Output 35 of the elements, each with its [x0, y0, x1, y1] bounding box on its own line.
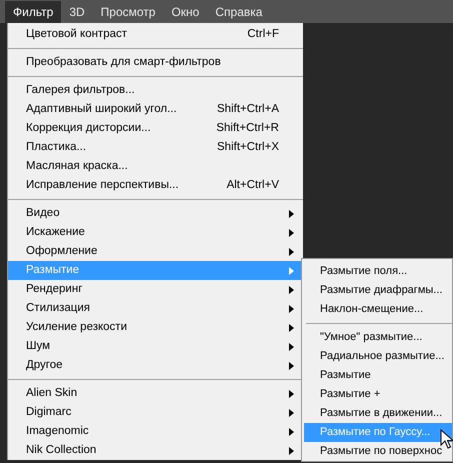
menu-bar-item[interactable]: Окно — [163, 0, 208, 22]
menu-item[interactable]: Другое — [8, 356, 303, 375]
menu-item[interactable]: Imagenomic — [8, 422, 303, 441]
menu-bar-item[interactable]: Просмотр — [92, 0, 164, 22]
menu-item[interactable]: Преобразовать для смарт-фильтров — [8, 53, 303, 72]
menu-item[interactable]: Размытие по поверхнос — [304, 442, 452, 461]
menu-item[interactable]: Радиальное размытие... — [304, 347, 452, 366]
menu-item[interactable]: Размытие поля... — [304, 262, 452, 281]
menu-item[interactable]: Усиление резкости — [8, 318, 303, 337]
menu-item[interactable]: Размытие — [304, 366, 452, 385]
menu-item[interactable]: Наклон-смещение... — [304, 300, 452, 319]
menu-item[interactable]: Адаптивный широкий угол... Shift+Ctrl+A — [8, 100, 303, 119]
menu-item[interactable]: Рендеринг — [8, 280, 303, 299]
menu-item[interactable]: Alien Skin — [8, 384, 303, 403]
menu-item[interactable]: Digimarc — [8, 403, 303, 422]
menu-item[interactable]: Оформление — [8, 242, 303, 261]
menu-bar-item[interactable]: 3D — [61, 0, 93, 22]
menu-item[interactable]: "Умное" размытие... — [304, 328, 452, 347]
menu-bar-item[interactable]: Фильтр — [5, 0, 62, 22]
menu-item[interactable]: Коррекция дисторсии... Shift+Ctrl+R — [8, 119, 303, 138]
menu-item[interactable]: Цветовой контраст Ctrl+F — [8, 25, 303, 44]
menu-item[interactable]: Размытие + — [304, 385, 452, 404]
menu-item[interactable]: Галерея фильтров... — [8, 81, 303, 100]
menu-bar-item[interactable]: Справка — [207, 0, 270, 22]
mouse-pointer-icon — [440, 429, 453, 449]
menu-item[interactable]: Масляная краска... — [8, 157, 303, 176]
menu-item[interactable]: Размытие в движении... — [304, 404, 452, 423]
menu-item[interactable]: Nik Collection — [8, 441, 303, 460]
menu-item[interactable]: Шум — [8, 337, 303, 356]
menu-item[interactable]: Стилизация — [8, 299, 303, 318]
menu-item[interactable]: Исправление перспективы... Alt+Ctrl+V — [8, 176, 303, 195]
menu-item[interactable]: Размытие диафрагмы... — [304, 281, 452, 300]
menu-item[interactable]: Искажение — [8, 223, 303, 242]
menu-item[interactable]: Пластика... Shift+Ctrl+X — [8, 138, 303, 157]
menu-item[interactable]: Видео — [8, 204, 303, 223]
